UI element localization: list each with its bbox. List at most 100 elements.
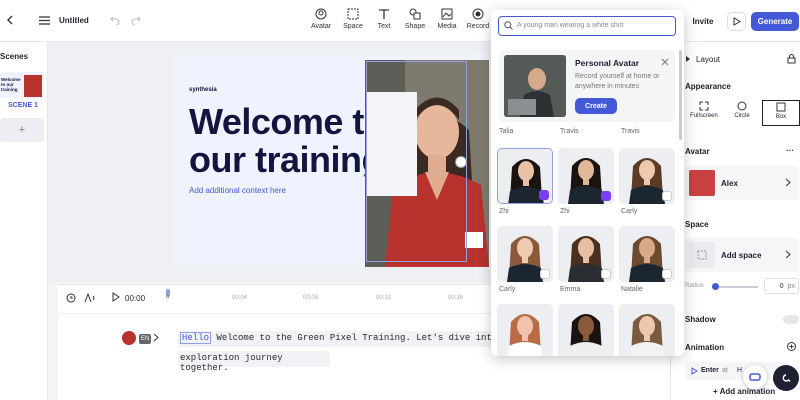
tick: 00:12 (376, 295, 392, 301)
help-widget-icon[interactable] (743, 365, 767, 389)
gesture-badge-icon (540, 269, 550, 279)
tool-record[interactable]: Record (461, 8, 495, 30)
mode-label: Fullscreen (690, 113, 718, 119)
tick: 00:04 (232, 295, 248, 301)
script-highlight[interactable]: Hello (180, 332, 212, 344)
scene-thumb-avatar (24, 75, 42, 97)
avatar-header: Avatar (685, 147, 710, 156)
avatar-name-label: Natalie (621, 286, 643, 293)
tool-shape[interactable]: Shape (398, 8, 432, 30)
script-avatar[interactable] (122, 331, 136, 345)
slide-title[interactable]: Welcome to our training (189, 101, 386, 179)
close-icon[interactable] (661, 58, 669, 66)
tool-avatar[interactable]: Avatar (304, 8, 338, 30)
move-handle-icon[interactable] (455, 156, 467, 168)
radius-input[interactable]: 0 px (764, 278, 799, 294)
gesture-badge-icon (662, 269, 672, 279)
avatar-card[interactable] (497, 226, 553, 282)
tool-label: Record (466, 23, 490, 30)
undo-icon[interactable] (110, 15, 120, 25)
personal-avatar-title: Personal Avatar (575, 58, 640, 68)
chat-icon[interactable] (773, 365, 799, 391)
menu-icon[interactable] (39, 16, 50, 25)
language-badge[interactable]: EN (139, 334, 152, 344)
redo-icon[interactable] (131, 15, 141, 25)
avatar-card[interactable] (558, 148, 614, 204)
avatar-card[interactable] (558, 304, 614, 356)
avatar-name-label: Travis (560, 128, 579, 135)
mode-fullscreen[interactable]: Fullscreen (685, 100, 723, 126)
add-scene-button[interactable]: + (0, 118, 44, 142)
scene-thumb-text: Welcome to our training (1, 77, 21, 92)
back-icon[interactable] (5, 14, 15, 26)
lock-icon[interactable] (787, 54, 796, 64)
clock-icon[interactable] (66, 293, 76, 303)
avatar-card[interactable] (558, 226, 614, 282)
avatar-more-menu[interactable]: ··· (786, 146, 794, 155)
enter-animation-row[interactable]: Enter at H (685, 362, 785, 380)
script-line-2[interactable]: exploration journey together. (178, 351, 330, 373)
timeline-play-icon[interactable] (112, 292, 120, 302)
avatar-card[interactable] (619, 304, 675, 356)
tool-media[interactable]: Media (430, 8, 464, 30)
chevron-right-icon[interactable] (153, 333, 159, 342)
avatar-card[interactable] (619, 148, 675, 204)
properties-panel: Layout Appearance Fullscreen Circle Box … (670, 42, 800, 400)
avatar-card[interactable] (497, 148, 553, 204)
mode-box[interactable]: Box (762, 100, 800, 126)
enter-at-label: at (722, 367, 728, 374)
scenes-panel: Scenes Welcome to our training SCENE 1 + (0, 42, 48, 400)
tool-label: Media (437, 23, 457, 30)
chevron-right-icon (785, 178, 791, 187)
radius-value: 0 (779, 283, 784, 290)
personal-avatar-card[interactable]: Personal Avatar Record yourself at home … (499, 50, 675, 122)
gesture-badge-icon (601, 269, 611, 279)
voice-icon[interactable] (84, 293, 96, 303)
add-space-selector[interactable]: Add space (685, 238, 799, 272)
timeline-time: 00:00 (125, 294, 146, 303)
tool-label: Avatar (310, 23, 332, 30)
tool-text[interactable]: Text (367, 8, 401, 30)
avatar-card[interactable] (497, 304, 553, 356)
avatar-name-label: Emma (560, 286, 581, 293)
radius-slider-handle[interactable] (712, 283, 719, 290)
premium-badge-icon (539, 190, 549, 200)
create-avatar-button[interactable]: Create (575, 98, 617, 114)
add-animation-button[interactable]: + Add animation (713, 387, 775, 396)
add-space-label: Add space (721, 251, 762, 260)
invite-button[interactable]: Invite (684, 12, 722, 31)
personal-avatar-preview (504, 55, 566, 117)
chevron-right-icon[interactable] (685, 55, 691, 63)
shadow-label: Shadow (685, 315, 716, 324)
appearance-header: Appearance (685, 82, 731, 91)
avatar-card[interactable] (619, 226, 675, 282)
avatar-name-label: Carly (499, 286, 516, 293)
popup-scrollbar[interactable] (679, 50, 682, 140)
tick: 00:08 (303, 295, 319, 301)
slide-logo[interactable]: synthesia (189, 87, 217, 93)
layout-label[interactable]: Layout (696, 55, 720, 64)
circle-icon (737, 101, 747, 111)
shadow-toggle[interactable] (783, 315, 799, 324)
avatar-name-label: Carly (621, 208, 638, 215)
scene-label: SCENE 1 (8, 102, 38, 109)
mode-circle[interactable]: Circle (723, 100, 761, 126)
gesture-badge-icon (662, 191, 672, 201)
add-animation-icon[interactable] (787, 342, 796, 351)
avatar-selector[interactable]: Alex (685, 166, 799, 200)
tool-space[interactable]: Space (336, 8, 370, 30)
play-preview-button[interactable] (727, 12, 746, 31)
tick: 00:16 (448, 295, 464, 301)
space-icon (697, 250, 707, 260)
mode-label: Box (775, 114, 787, 120)
slide-subtitle[interactable]: Add additional context here (189, 186, 286, 195)
avatar-thumbnail (689, 170, 715, 196)
project-title[interactable]: Untitled (59, 16, 89, 25)
slide-box-overlay-small[interactable] (465, 232, 483, 248)
slide-title-line-1: Welcome to (189, 101, 386, 142)
avatar-search-input[interactable]: A young man wearing a white shirt (498, 16, 676, 36)
radius-unit: px (787, 283, 795, 290)
avatar-selection-frame[interactable] (366, 61, 467, 262)
generate-button[interactable]: Generate (751, 12, 799, 31)
scene-thumbnail[interactable]: Welcome to our training (0, 72, 44, 98)
